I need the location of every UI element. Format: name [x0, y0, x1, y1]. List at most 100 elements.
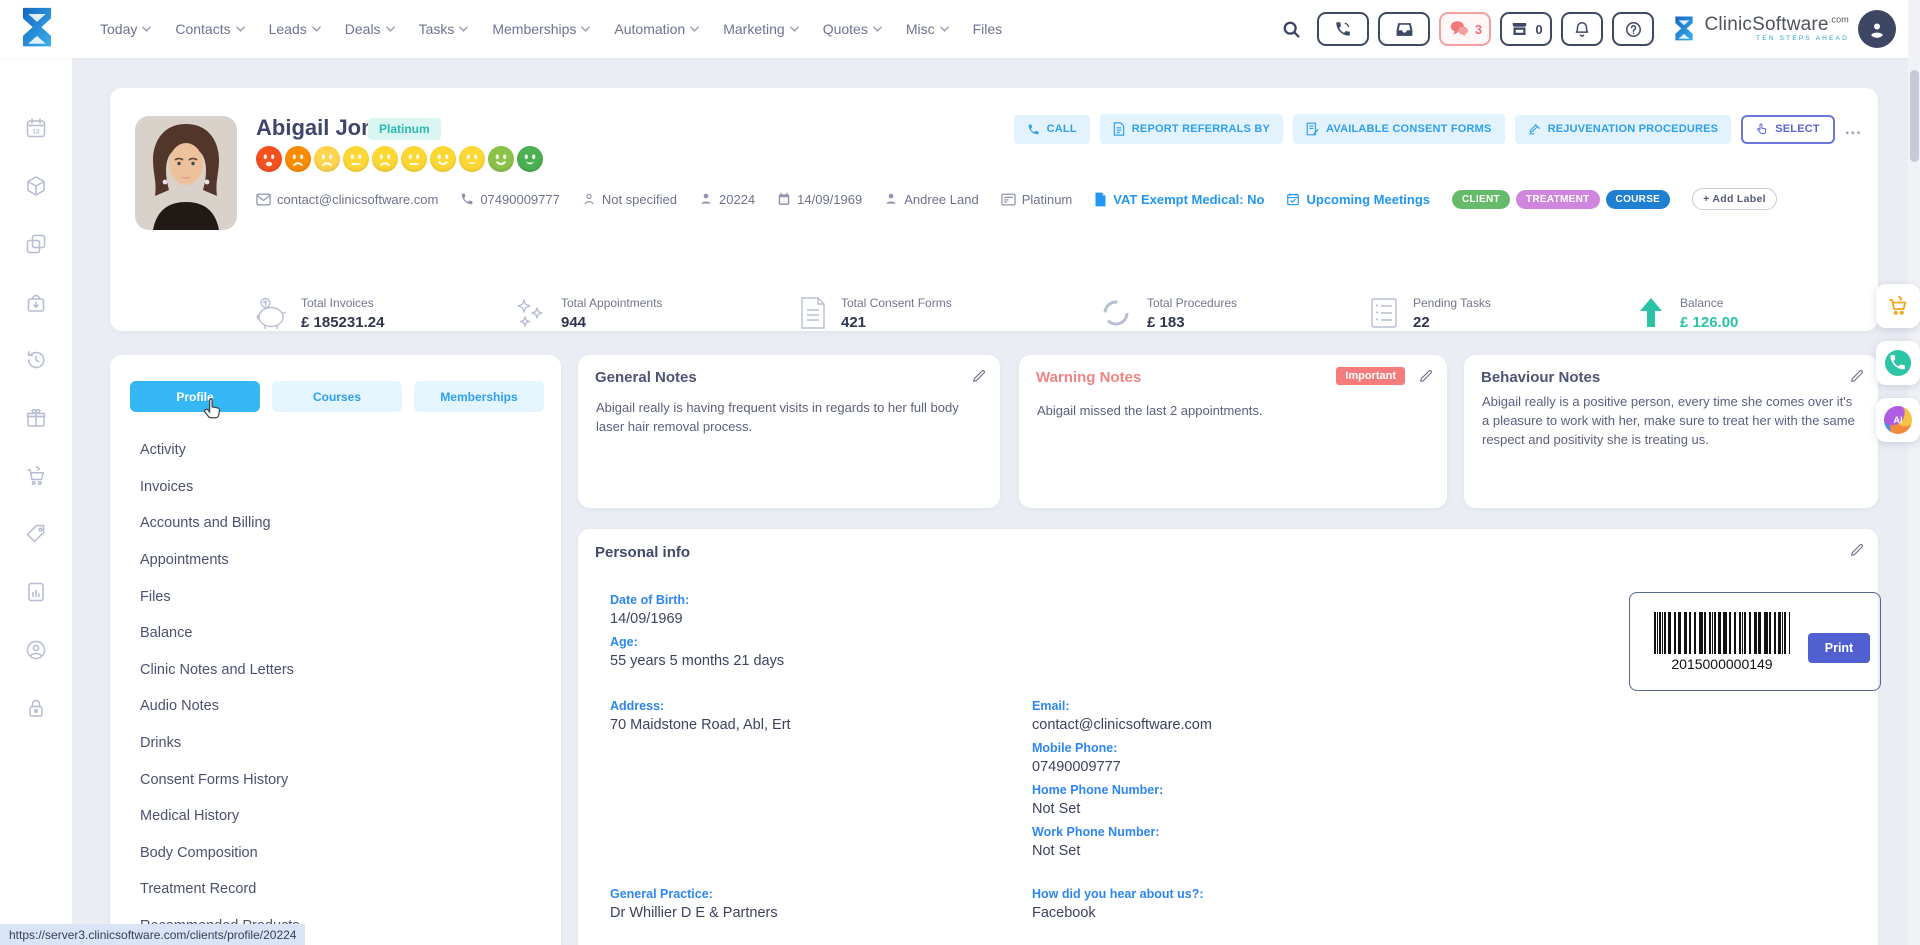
calendar-icon — [777, 192, 791, 206]
nav-item-automation[interactable]: Automation — [614, 21, 699, 37]
consent-forms-button[interactable]: AVAILABLE CONSENT FORMS — [1293, 114, 1505, 144]
scrollbar-thumb[interactable] — [1910, 70, 1919, 162]
edit-general-notes-icon[interactable] — [971, 368, 987, 384]
cart-icon[interactable] — [24, 464, 48, 488]
nav-item-leads[interactable]: Leads — [269, 21, 321, 37]
menu-item-appointments[interactable]: Appointments — [140, 542, 541, 579]
notifications-button[interactable] — [1561, 12, 1603, 46]
barcode-image — [1654, 612, 1790, 654]
app-logo-icon[interactable] — [16, 5, 58, 51]
mood-face-6[interactable] — [401, 146, 427, 172]
copy-icon[interactable] — [24, 232, 48, 256]
print-button[interactable]: Print — [1808, 633, 1870, 663]
quick-call-button[interactable] — [1876, 341, 1920, 385]
dialer-button[interactable] — [1317, 12, 1369, 46]
nav-item-contacts[interactable]: Contacts — [175, 21, 244, 37]
nav-item-today[interactable]: Today — [100, 21, 151, 37]
quick-cart-button[interactable] — [1876, 284, 1920, 328]
gift-icon[interactable] — [24, 406, 48, 430]
phone-icon — [460, 192, 474, 206]
label-chip-treatment[interactable]: TREATMENT — [1516, 190, 1600, 209]
tab-courses[interactable]: Courses — [272, 381, 402, 412]
search-icon[interactable] — [1281, 19, 1302, 40]
menu-item-accounts-and-billing[interactable]: Accounts and Billing — [140, 505, 541, 542]
rejuvenation-button[interactable]: REJUVENATION PROCEDURES — [1515, 115, 1732, 144]
mood-face-2[interactable] — [285, 146, 311, 172]
nav-item-marketing[interactable]: Marketing — [723, 21, 798, 37]
more-options-button[interactable]: ... — [1845, 119, 1862, 139]
price-tag-icon[interactable] — [24, 522, 48, 546]
add-label-button[interactable]: + Add Label — [1692, 188, 1777, 210]
pointer-icon — [1756, 123, 1768, 136]
nav-item-tasks[interactable]: Tasks — [419, 21, 469, 37]
chat-button[interactable]: 3 — [1439, 12, 1491, 46]
vat-exempt-link[interactable]: VAT Exempt Medical: No — [1094, 192, 1264, 207]
edit-personal-info-icon[interactable] — [1849, 542, 1865, 558]
mood-face-9[interactable] — [488, 146, 514, 172]
mood-face-10[interactable] — [517, 146, 543, 172]
user-circle-icon[interactable] — [24, 638, 48, 662]
report-referrals-button[interactable]: REPORT REFERRALS BY — [1100, 114, 1283, 144]
behaviour-notes-card: Behaviour Notes Abigail really is a posi… — [1464, 355, 1878, 508]
procedure-icon — [1528, 123, 1541, 136]
personal-info-title: Personal info — [595, 544, 690, 561]
menu-item-drinks[interactable]: Drinks — [140, 725, 541, 762]
mood-face-3[interactable] — [314, 146, 340, 172]
menu-item-audio-notes[interactable]: Audio Notes — [140, 688, 541, 725]
page-scrollbar[interactable] — [1908, 0, 1920, 945]
mood-face-8[interactable] — [459, 146, 485, 172]
lock-icon[interactable] — [24, 696, 48, 720]
hear-about-label: How did you hear about us?: — [1032, 887, 1204, 901]
label-chip-course[interactable]: COURSE — [1606, 190, 1671, 209]
history-icon[interactable] — [24, 348, 48, 372]
client-header-card: Abigail Jones Platinum contact@clinicsof… — [110, 88, 1878, 331]
nav-item-memberships[interactable]: Memberships — [492, 21, 590, 37]
mood-face-7[interactable] — [430, 146, 456, 172]
document-icon — [1113, 122, 1125, 136]
important-badge: Important — [1336, 367, 1405, 385]
warning-notes-body: Abigail missed the last 2 appointments. — [1037, 402, 1431, 421]
brand-name: ClinicSoftware.com — [1704, 14, 1849, 35]
nav-item-quotes[interactable]: Quotes — [823, 21, 882, 37]
shop-button[interactable]: 0 — [1500, 12, 1552, 46]
user-menu-button[interactable] — [1858, 10, 1896, 48]
chat-bubbles-icon — [1449, 20, 1469, 38]
help-button[interactable] — [1612, 12, 1654, 46]
nav-item-deals[interactable]: Deals — [345, 21, 395, 37]
label-chip-client[interactable]: CLIENT — [1452, 190, 1510, 209]
edit-behaviour-notes-icon[interactable] — [1849, 368, 1865, 384]
menu-item-medical-history[interactable]: Medical History — [140, 798, 541, 835]
ai-icon: AI — [1884, 406, 1912, 434]
menu-item-consent-forms-history[interactable]: Consent Forms History — [140, 761, 541, 798]
tab-profile[interactable]: Profile — [130, 381, 260, 412]
menu-item-clinic-notes-and-letters[interactable]: Clinic Notes and Letters — [140, 652, 541, 689]
basket-in-icon[interactable] — [24, 290, 48, 314]
call-button[interactable]: CALL — [1014, 115, 1090, 144]
mood-face-4[interactable] — [343, 146, 369, 172]
menu-item-treatment-record[interactable]: Treatment Record — [140, 871, 541, 908]
menu-item-body-composition[interactable]: Body Composition — [140, 835, 541, 872]
chevron-down-icon — [581, 26, 590, 32]
phone-icon — [1334, 20, 1352, 38]
upcoming-meetings-link[interactable]: Upcoming Meetings — [1286, 192, 1430, 207]
menu-item-balance[interactable]: Balance — [140, 615, 541, 652]
tab-memberships[interactable]: Memberships — [414, 381, 544, 412]
nav-item-misc[interactable]: Misc — [906, 21, 949, 37]
inbox-button[interactable] — [1378, 12, 1430, 46]
package-icon[interactable] — [24, 174, 48, 198]
nav-item-files[interactable]: Files — [973, 21, 1003, 37]
ai-assistant-button[interactable]: AI — [1876, 398, 1920, 442]
select-button[interactable]: SELECT — [1741, 115, 1835, 144]
mood-face-5[interactable] — [372, 146, 398, 172]
menu-item-activity[interactable]: Activity — [140, 432, 541, 469]
calendar-icon[interactable]: 12 — [24, 116, 48, 140]
client-membership-card: Platinum — [1001, 192, 1073, 207]
address-value: 70 Maidstone Road, Abl, Ert — [610, 717, 791, 733]
report-icon[interactable] — [24, 580, 48, 604]
menu-item-files[interactable]: Files — [140, 578, 541, 615]
mood-face-1[interactable] — [256, 146, 282, 172]
brand-logo[interactable]: ClinicSoftware.com TEN STEPS AHEAD — [1671, 14, 1849, 44]
edit-warning-notes-icon[interactable] — [1418, 368, 1434, 384]
topbar-actions: 3 0 ClinicSoftware.co — [1281, 0, 1896, 58]
menu-item-invoices[interactable]: Invoices — [140, 469, 541, 506]
